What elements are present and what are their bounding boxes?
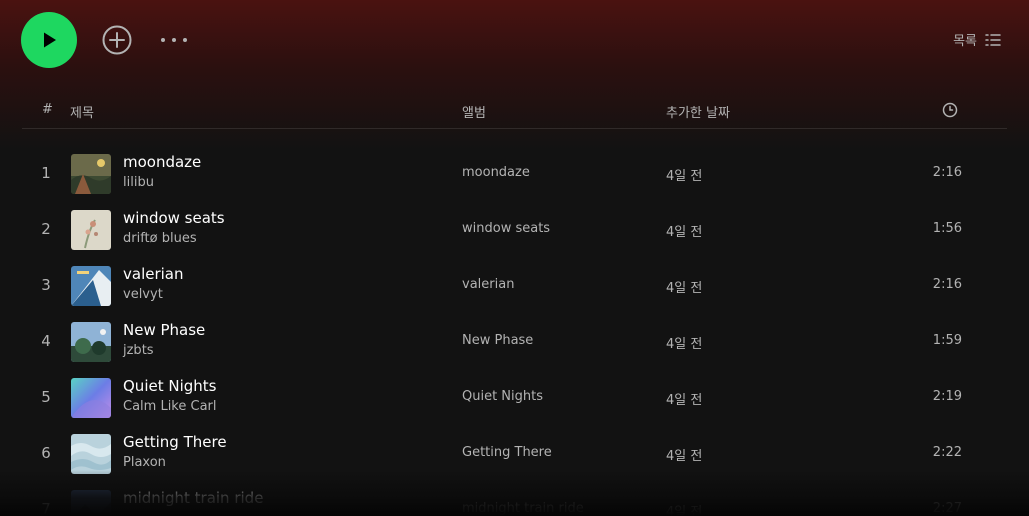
album-cover	[71, 378, 111, 418]
track-row[interactable]: 4 New Phase jzbts New Phase 4일 전 1:59	[22, 314, 1007, 370]
column-index-header: #	[42, 102, 53, 117]
track-title[interactable]: Quiet Nights	[123, 377, 216, 395]
track-duration: 2:19	[932, 389, 962, 404]
track-index: 1	[41, 164, 51, 182]
track-album[interactable]: window seats	[462, 221, 550, 236]
track-duration: 1:59	[932, 333, 962, 348]
column-duration-header[interactable]	[942, 102, 958, 122]
track-date-added: 4일 전	[666, 225, 703, 240]
album-cover	[71, 490, 111, 516]
play-icon	[44, 32, 56, 48]
album-cover	[71, 210, 111, 250]
view-toggle-label: 목록	[953, 34, 977, 49]
action-bar: 목록	[0, 0, 1029, 80]
column-title-header[interactable]: 제목	[70, 102, 94, 121]
album-cover	[71, 266, 111, 306]
track-index: 3	[41, 276, 51, 294]
track-date-added: 4일 전	[666, 449, 703, 464]
track-title[interactable]: moondaze	[123, 153, 201, 171]
track-date-added: 4일 전	[666, 393, 703, 408]
album-cover	[71, 154, 111, 194]
track-album[interactable]: valerian	[462, 277, 514, 292]
play-button[interactable]	[21, 12, 77, 68]
track-artist[interactable]: velvyt	[123, 287, 163, 302]
track-album[interactable]: moondaze	[462, 165, 530, 180]
track-artist[interactable]: Calm Like Carl	[123, 399, 217, 414]
track-title[interactable]: New Phase	[123, 321, 205, 339]
column-album-header[interactable]: 앨범	[462, 102, 486, 121]
track-album[interactable]: Getting There	[462, 445, 552, 460]
track-album[interactable]: midnight train ride	[462, 501, 584, 516]
track-duration: 2:16	[932, 165, 962, 180]
track-index: 4	[41, 332, 51, 350]
track-duration: 2:27	[932, 501, 962, 516]
track-album[interactable]: New Phase	[462, 333, 533, 348]
track-date-added: 4일 전	[666, 337, 703, 352]
track-title[interactable]: Getting There	[123, 433, 227, 451]
track-table-header: # 제목 앨범 추가한 날짜	[22, 94, 1007, 129]
clock-icon	[942, 102, 958, 118]
track-date-added: 4일 전	[666, 169, 703, 184]
album-cover	[71, 322, 111, 362]
track-index: 5	[41, 388, 51, 406]
track-row[interactable]: 6 Getting There Plaxon Getting There 4일 …	[22, 426, 1007, 482]
track-duration: 1:56	[932, 221, 962, 236]
playlist-panel: 목록 # 제목 앨범 추가한 날짜 1 moondaze lilibu moon…	[0, 0, 1029, 516]
track-date-added: 4일 전	[666, 281, 703, 296]
track-title[interactable]: valerian	[123, 265, 184, 283]
album-cover	[71, 434, 111, 474]
track-index: 2	[41, 220, 51, 238]
view-toggle-button[interactable]: 목록	[953, 30, 1001, 49]
track-index: 6	[41, 444, 51, 462]
track-artist[interactable]: jzbts	[123, 343, 154, 358]
track-album[interactable]: Quiet Nights	[462, 389, 543, 404]
more-options-button[interactable]	[158, 30, 190, 50]
track-title[interactable]: midnight train ride	[123, 489, 263, 507]
track-date-added: 4일 전	[666, 505, 703, 516]
list-view-icon	[985, 33, 1001, 46]
column-added-header[interactable]: 추가한 날짜	[666, 102, 730, 121]
track-artist[interactable]: Plaxon	[123, 455, 166, 470]
track-row[interactable]: 2 window seats driftø blues window seats…	[22, 202, 1007, 258]
track-row[interactable]: 7 midnight train ride midnight train rid…	[22, 482, 1007, 516]
more-icon	[161, 38, 187, 42]
add-circle-icon	[102, 25, 132, 55]
track-row[interactable]: 1 moondaze lilibu moondaze 4일 전 2:16	[22, 146, 1007, 202]
track-artist[interactable]: driftø blues	[123, 231, 197, 246]
add-to-library-button[interactable]	[101, 24, 133, 56]
track-title[interactable]: window seats	[123, 209, 225, 227]
track-index: 7	[41, 500, 51, 516]
track-row[interactable]: 3 valerian velvyt valerian 4일 전 2:16	[22, 258, 1007, 314]
track-row[interactable]: 5 Quiet Nights Calm Like Carl Quiet Nigh…	[22, 370, 1007, 426]
track-artist[interactable]: lilibu	[123, 175, 154, 190]
track-duration: 2:16	[932, 277, 962, 292]
track-duration: 2:22	[932, 445, 962, 460]
